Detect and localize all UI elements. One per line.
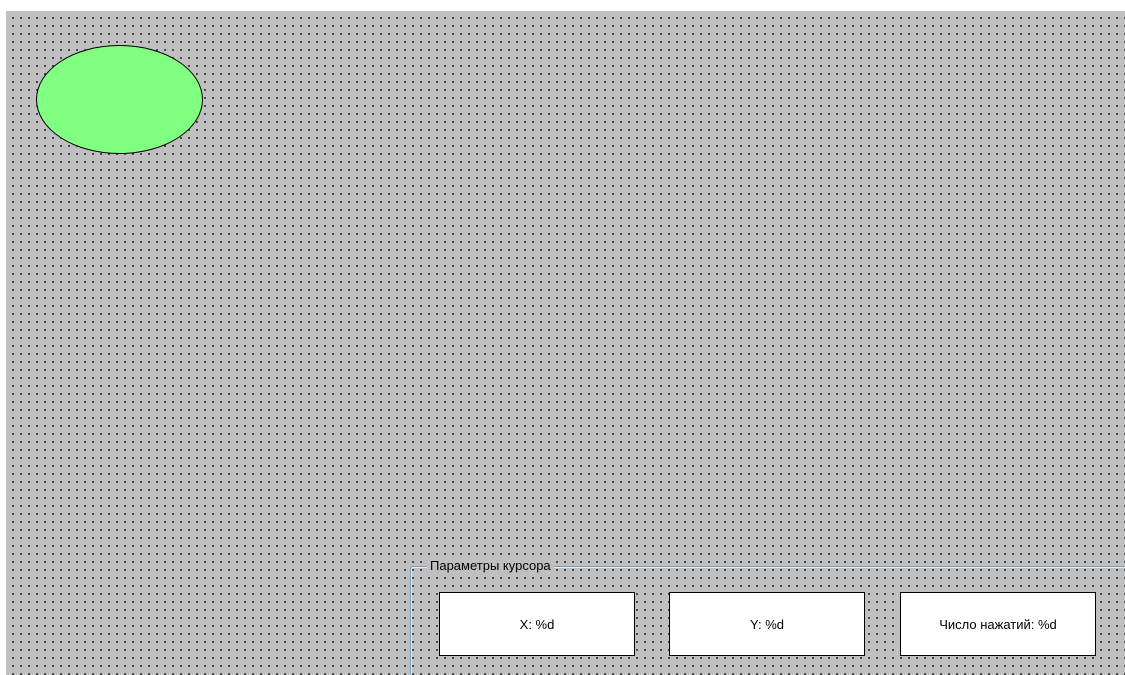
cursor-y-label: Y: %d <box>669 592 865 656</box>
cursor-x-label: X: %d <box>439 592 635 656</box>
form-design-canvas[interactable]: Параметры курсора X: %d Y: %d Число нажа… <box>6 11 1125 675</box>
click-count-label: Число нажатий: %d <box>900 592 1096 656</box>
groupbox-caption: Параметры курсора <box>427 558 554 574</box>
ellipse-shape[interactable] <box>36 45 203 154</box>
